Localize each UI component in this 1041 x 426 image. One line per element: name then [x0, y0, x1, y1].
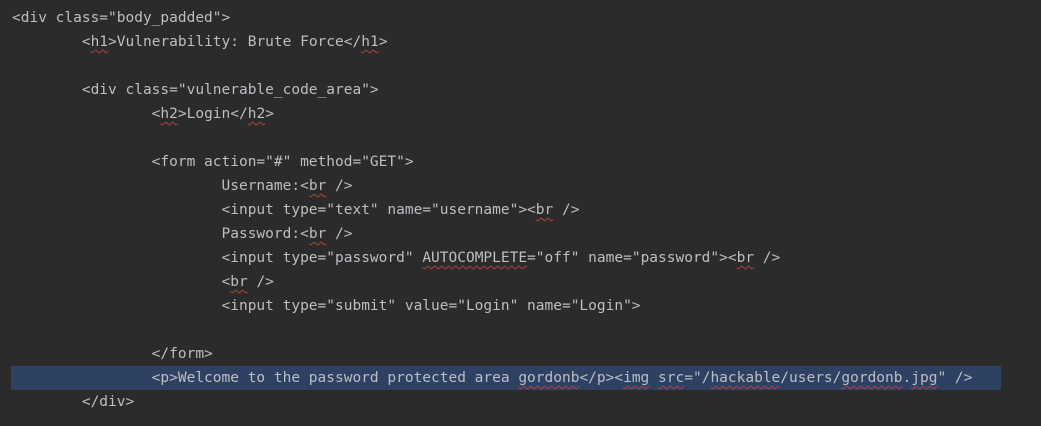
spellcheck-word: h2	[160, 106, 178, 122]
code-token: Username:<	[12, 178, 309, 194]
code-token: />	[326, 226, 353, 242]
code-line[interactable]: Password:<br />	[0, 222, 1041, 246]
code-line[interactable]: <h1>Vulnerability: Brute Force</h1>	[0, 30, 1041, 54]
code-lines: <div class="body_padded"> <h1>Vulnerabil…	[0, 6, 1041, 414]
spellcheck-word: br	[535, 202, 554, 218]
code-line[interactable]: <br />	[0, 270, 1041, 294]
code-token: </form>	[12, 346, 213, 362]
code-token: <div class="body_padded">	[12, 10, 231, 26]
code-line-text: <p>Welcome to the password protected are…	[12, 370, 973, 386]
spellcheck-word: src	[658, 370, 685, 386]
spellcheck-word: br	[308, 178, 327, 194]
code-line-text: <input type="text" name="username"><br /…	[12, 202, 580, 218]
code-line[interactable]: <h2>Login</h2>	[0, 102, 1041, 126]
code-line[interactable]: <input type="submit" value="Login" name=…	[0, 294, 1041, 318]
code-line-text: Password:<br />	[12, 226, 353, 242]
spellcheck-word: h2	[247, 106, 266, 122]
code-line-selected[interactable]: <p>Welcome to the password protected are…	[0, 366, 1041, 390]
spellcheck-word: AUTOCOMPLETE	[422, 250, 528, 266]
spellcheck-word: br	[308, 226, 327, 242]
code-token: ="off" name="password"><	[527, 250, 737, 266]
code-line[interactable]	[0, 318, 1041, 342]
code-token: .	[902, 370, 912, 386]
code-token: </div>	[12, 394, 135, 410]
code-line[interactable]: </div>	[0, 390, 1041, 414]
code-token: >	[378, 34, 388, 50]
code-token: />	[326, 178, 353, 194]
spellcheck-word: h1	[361, 34, 379, 50]
code-token: <input type="password"	[12, 250, 423, 266]
code-line-text: <div class="body_padded">	[12, 10, 230, 26]
code-token: </p><	[579, 370, 624, 386]
spellcheck-word: gordonb	[518, 370, 580, 386]
code-editor[interactable]: <div class="body_padded"> <h1>Vulnerabil…	[0, 0, 1041, 426]
code-line-text: <input type="submit" value="Login" name=…	[12, 298, 641, 314]
code-line[interactable]: <div class="vulnerable_code_area">	[0, 78, 1041, 102]
code-token: <	[12, 34, 91, 50]
code-token: >Login</	[177, 106, 248, 122]
code-line-text: <br />	[12, 274, 274, 290]
code-line-text: <h1>Vulnerability: Brute Force</h1>	[12, 34, 388, 50]
spellcheck-word: h1	[90, 34, 109, 50]
code-token: <input type="submit" value="Login" name=…	[12, 298, 641, 314]
code-token: /users/	[780, 370, 842, 386]
code-token: />	[553, 202, 580, 218]
code-token: <	[12, 106, 161, 122]
code-line-text: Username:<br />	[12, 178, 353, 194]
code-token: <	[12, 274, 231, 290]
spellcheck-word: br	[736, 250, 755, 266]
code-token: ="/	[684, 370, 711, 386]
code-token: >Vulnerability: Brute Force</	[108, 34, 362, 50]
code-line-text: <h2>Login</h2>	[12, 106, 274, 122]
code-line[interactable]: <input type="password" AUTOCOMPLETE="off…	[0, 246, 1041, 270]
code-line[interactable]: Username:<br />	[0, 174, 1041, 198]
code-token: />	[754, 250, 781, 266]
code-line[interactable]: <form action="#" method="GET">	[0, 150, 1041, 174]
code-token: <input type="text" name="username"><	[12, 202, 536, 218]
spellcheck-word: gordonb	[841, 370, 903, 386]
code-line-text: <form action="#" method="GET">	[12, 154, 414, 170]
code-line-text: <input type="password" AUTOCOMPLETE="off…	[12, 250, 781, 266]
spellcheck-word: jpg	[911, 370, 938, 386]
code-token: <p>Welcome to the password protected are…	[12, 370, 519, 386]
code-line[interactable]: <div class="body_padded">	[0, 6, 1041, 30]
code-token: />	[247, 274, 274, 290]
code-token: <form action="#" method="GET">	[12, 154, 414, 170]
code-line-text: <div class="vulnerable_code_area">	[12, 82, 379, 98]
code-line-text: </form>	[12, 346, 213, 362]
spellcheck-word: br	[230, 274, 248, 290]
code-token: <div class="vulnerable_code_area">	[12, 82, 379, 98]
code-line-text: </div>	[12, 394, 134, 410]
spellcheck-word: hackable	[710, 370, 781, 386]
code-token: >	[265, 106, 274, 122]
code-line[interactable]	[0, 54, 1041, 78]
code-token: " />	[937, 370, 973, 386]
code-line[interactable]	[0, 126, 1041, 150]
spellcheck-word: img	[623, 370, 650, 386]
code-line[interactable]: <input type="text" name="username"><br /…	[0, 198, 1041, 222]
code-line[interactable]: </form>	[0, 342, 1041, 366]
code-token: Password:<	[12, 226, 309, 242]
